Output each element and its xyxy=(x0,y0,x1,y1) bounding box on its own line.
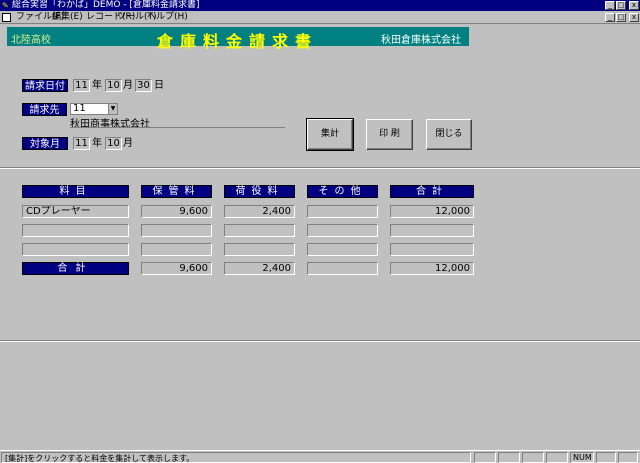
doc-restore-button[interactable]: □ xyxy=(616,13,626,22)
invoice-month-field[interactable]: 10 xyxy=(105,79,122,92)
table-cell-other[interactable] xyxy=(307,243,378,256)
table-cell-other[interactable] xyxy=(307,224,378,237)
col-header-total: 合計 xyxy=(390,185,474,198)
status-pane xyxy=(546,452,568,463)
table-cell-handling[interactable]: 2,400 xyxy=(224,205,295,218)
dropdown-arrow-icon[interactable]: ▼ xyxy=(108,104,117,114)
table-cell-item[interactable] xyxy=(22,243,129,256)
form-header: 北陸高校 倉庫料金請求書 秋田倉庫株式会社 xyxy=(7,27,469,51)
document-icon[interactable] xyxy=(2,13,11,22)
document-controls: _ □ x xyxy=(605,13,639,22)
target-year-unit: 年 xyxy=(92,138,102,149)
status-pane xyxy=(618,452,638,463)
title-bar: ✎ 総合実習「わかば」DEMO - [倉庫料金請求書] _ □ x xyxy=(0,0,640,11)
customer-underline xyxy=(70,127,285,128)
customer-select[interactable]: 11 ▼ xyxy=(70,103,118,115)
table-cell-handling[interactable] xyxy=(224,243,295,256)
total-handling: 2,400 xyxy=(224,262,295,275)
num-lock-indicator: NUM xyxy=(570,452,594,463)
table-cell-item[interactable] xyxy=(22,224,129,237)
status-pane xyxy=(522,452,544,463)
table-cell-storage[interactable] xyxy=(141,243,212,256)
total-amount: 12,000 xyxy=(390,262,474,275)
col-header-handling: 荷役料 xyxy=(224,185,295,198)
customer-label: 請求先 xyxy=(22,103,67,116)
doc-close-button[interactable]: x xyxy=(629,13,639,22)
day-unit: 日 xyxy=(154,80,164,91)
target-month-label: 対象月 xyxy=(22,137,68,150)
tally-button[interactable]: 集計 xyxy=(306,118,354,151)
col-header-item: 料目 xyxy=(22,185,129,198)
table-cell-storage[interactable]: 9,600 xyxy=(141,205,212,218)
status-pane xyxy=(474,452,496,463)
table-cell-total[interactable] xyxy=(390,224,474,237)
maximize-button[interactable]: □ xyxy=(616,1,626,10)
status-pane xyxy=(498,452,520,463)
print-button[interactable]: 印 刷 xyxy=(366,119,413,150)
total-other xyxy=(307,262,378,275)
page-title: 倉庫料金請求書 xyxy=(157,32,319,51)
year-unit: 年 xyxy=(92,80,102,91)
window-title: 総合実習「わかば」DEMO - [倉庫料金請求書] xyxy=(12,0,200,10)
target-month-field[interactable]: 10 xyxy=(105,137,122,150)
table-cell-other[interactable] xyxy=(307,205,378,218)
close-window-button[interactable]: x xyxy=(629,1,639,10)
divider-bottom xyxy=(0,340,640,342)
menu-bar: ファイル(F) 編集(E) レコード(R) ツール(T) ヘルプ(H) _ □ … xyxy=(0,11,640,24)
table-cell-storage[interactable] xyxy=(141,224,212,237)
window-controls: _ □ x xyxy=(605,1,639,10)
company-name: 秋田倉庫株式会社 xyxy=(381,35,461,46)
total-row-label: 合計 xyxy=(22,262,129,275)
menu-edit[interactable]: 編集(E) xyxy=(52,11,83,24)
invoice-day-field[interactable]: 30 xyxy=(135,79,152,92)
school-name: 北陸高校 xyxy=(11,35,51,46)
invoice-year-field[interactable]: 11 xyxy=(73,79,90,92)
col-header-other: その他 xyxy=(307,185,378,198)
col-header-storage: 保管料 xyxy=(141,185,212,198)
invoice-date-label: 請求日付 xyxy=(22,79,68,92)
minimize-button[interactable]: _ xyxy=(605,1,615,10)
status-message: [集計]をクリックすると料金を集計して表示します。 xyxy=(1,452,471,463)
total-storage: 9,600 xyxy=(141,262,212,275)
table-cell-item[interactable]: CDプレーヤー xyxy=(22,205,129,218)
doc-minimize-button[interactable]: _ xyxy=(605,13,615,22)
status-bar: [集計]をクリックすると料金を集計して表示します。 NUM xyxy=(0,450,640,463)
customer-code: 11 xyxy=(73,103,86,114)
table-cell-total[interactable]: 12,000 xyxy=(390,205,474,218)
table-cell-total[interactable] xyxy=(390,243,474,256)
close-form-button[interactable]: 閉じる xyxy=(426,119,472,150)
target-month-unit: 月 xyxy=(123,138,133,149)
month-unit: 月 xyxy=(123,80,133,91)
app-icon: ✎ xyxy=(2,1,9,10)
target-year-field[interactable]: 11 xyxy=(73,137,90,150)
divider-top xyxy=(0,167,640,169)
menu-help[interactable]: ヘルプ(H) xyxy=(147,11,188,24)
status-pane xyxy=(596,452,616,463)
table-cell-handling[interactable] xyxy=(224,224,295,237)
